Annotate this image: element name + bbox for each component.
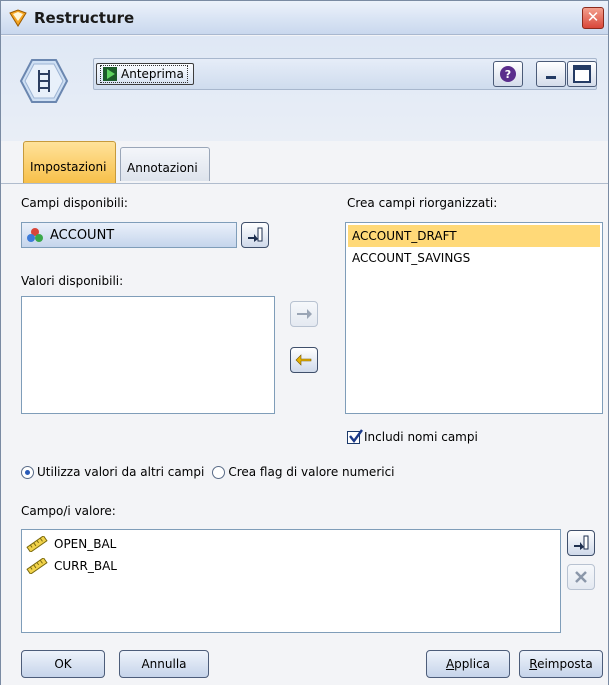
value-fields-list[interactable]: OPEN_BAL CURR_BAL [21,529,561,633]
list-item[interactable]: OPEN_BAL [22,533,560,555]
list-item-label: OPEN_BAL [54,537,117,551]
close-icon: ✕ [586,8,600,26]
tab-settings-label: Impostazioni [30,160,107,174]
help-icon: ? [500,66,516,82]
restructure-hexagon-icon [19,59,69,103]
restructured-fields-list[interactable]: ACCOUNT_DRAFT ACCOUNT_SAVINGS [345,222,603,414]
help-button[interactable]: ? [493,61,523,87]
ok-button[interactable]: OK [21,650,105,678]
minimize-icon [546,76,556,79]
toolbar: Anteprima ? [93,58,597,90]
tab-annotations[interactable]: Annotazioni [120,147,210,181]
title-bar[interactable]: Restructure ✕ [1,1,608,35]
list-item-label: CURR_BAL [54,559,117,573]
list-item-label: ACCOUNT_DRAFT [352,229,457,243]
radio-create-flags[interactable] [212,465,226,479]
reset-mnemonic: R [529,657,538,671]
toolbar-area: Anteprima ? [1,36,608,141]
restructure-node-icon [9,9,27,27]
svg-text:?: ? [505,68,511,81]
remove-value-button[interactable] [290,347,318,373]
arrow-left-icon [295,354,312,366]
apply-mnemonic: A [445,657,455,671]
field-picker-icon [248,227,263,242]
include-field-names-label: Includi nomi campi [364,430,478,444]
ruler-icon [26,536,48,552]
list-item[interactable]: ACCOUNT_SAVINGS [348,247,600,269]
preview-button[interactable]: Anteprima [96,63,194,85]
preview-label: Anteprima [121,67,184,81]
tab-settings[interactable]: Impostazioni [23,141,116,183]
field-picker-button[interactable] [241,222,269,248]
set-field-icon [27,228,43,242]
radio-use-values-label: Utilizza valori da altri campi [37,465,205,479]
apply-button[interactable]: Applica [426,650,510,678]
restructure-dialog: Restructure ✕ Anteprima ? Impostazioni A… [0,0,609,685]
available-fields-label: Campi disponibili: [21,196,128,210]
maximize-icon [573,65,591,83]
available-field-select[interactable]: ACCOUNT [21,222,237,248]
arrow-right-icon [297,309,312,319]
available-values-list[interactable] [21,296,275,414]
include-field-names-row: Includi nomi campi [347,428,478,444]
apply-label: pplica [454,657,491,671]
list-item[interactable]: CURR_BAL [22,555,560,577]
window-title: Restructure [34,9,135,27]
radio-group: Utilizza valori da altri campi Crea flag… [21,465,395,479]
checkmark-icon [349,428,363,443]
cancel-label: Annulla [141,657,187,671]
available-values-label: Valori disponibili: [21,274,124,288]
ok-label: OK [54,657,72,671]
settings-panel: Campi disponibili: ACCOUNT Valori dispon… [1,183,608,685]
value-field-picker-button[interactable] [567,530,595,556]
delete-x-icon [575,571,587,583]
selected-field-value: ACCOUNT [50,227,115,243]
list-item[interactable]: ACCOUNT_DRAFT [348,225,600,247]
minimize-button[interactable] [536,61,566,87]
close-button[interactable]: ✕ [582,7,604,29]
include-field-names-checkbox[interactable] [347,428,363,444]
delete-value-field-button[interactable] [567,564,595,590]
maximize-button[interactable] [567,61,597,87]
play-icon [103,67,117,81]
field-picker-icon [574,535,589,550]
ruler-icon [26,558,48,574]
value-fields-label: Campo/i valore: [21,504,116,518]
reset-label: eimposta [537,657,593,671]
list-item-label: ACCOUNT_SAVINGS [352,251,471,265]
radio-use-values[interactable] [21,465,34,479]
create-fields-label: Crea campi riorganizzati: [347,196,498,210]
radio-create-flags-label: Crea flag di valore numerici [228,465,395,479]
cancel-button[interactable]: Annulla [119,650,209,678]
tab-annotations-label: Annotazioni [127,161,198,175]
reset-button[interactable]: Reimposta [519,650,603,678]
add-value-button[interactable] [290,301,318,327]
